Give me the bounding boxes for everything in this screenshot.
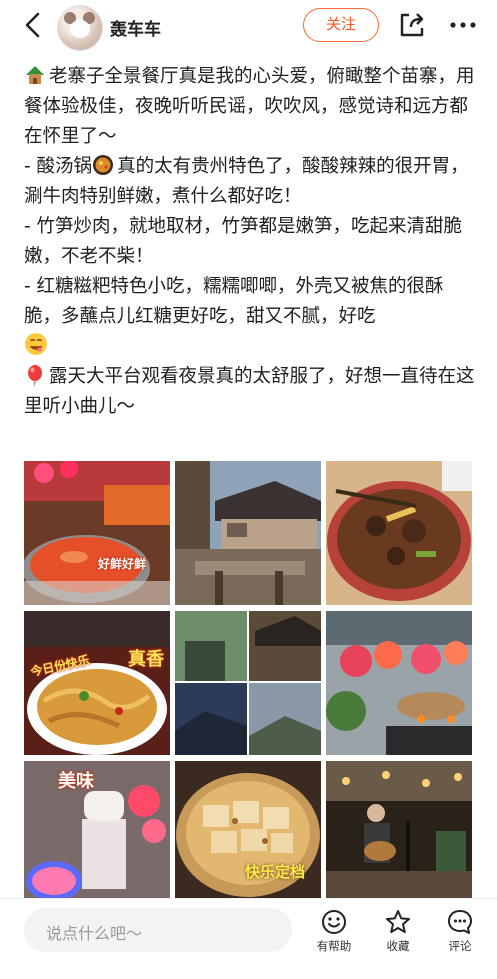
post-paragraph: - 竹笋炒肉，就地取材，竹笋都是嫩笋，吃起来清甜脆嫩，不老不柴！ bbox=[24, 216, 463, 267]
share-icon[interactable] bbox=[398, 11, 426, 39]
comment-bubble-icon bbox=[448, 910, 472, 934]
house-emoji-icon bbox=[26, 66, 44, 84]
photo-village-terrace[interactable] bbox=[175, 461, 321, 605]
photo-caption: 真香 bbox=[128, 649, 164, 670]
photo-flower-hotpot-table[interactable] bbox=[326, 611, 472, 755]
photo-sour-soup-hotpot[interactable]: 好鲜好鲜 bbox=[24, 461, 170, 605]
back-arrow-icon[interactable] bbox=[18, 10, 48, 40]
photo-brown-sugar-ciba[interactable]: 快乐定档 bbox=[175, 761, 321, 905]
comment-input[interactable]: 说点什么吧～ bbox=[24, 908, 292, 952]
photo-night-folk-music[interactable] bbox=[326, 761, 472, 905]
follow-button[interactable]: 关注 bbox=[303, 8, 379, 42]
photo-caption: 快乐定档 bbox=[245, 863, 306, 881]
photo-collage-mountain-view[interactable] bbox=[175, 611, 321, 755]
comment-button[interactable]: 评论 bbox=[430, 909, 490, 965]
post-paragraph: - 红糖糍粑特色小吃，糯糯唧唧，外壳又被焦的很酥脆，多蘸点儿红糖更好吃，甜又不腻… bbox=[24, 272, 479, 362]
yum-face-emoji-icon bbox=[25, 333, 47, 355]
post-paragraph: 露天大平台观看夜景真的太舒服了，好想一直待在这里听小曲儿～ bbox=[24, 365, 475, 417]
top-bar: 轰车车 关注 bbox=[0, 0, 497, 52]
more-options-icon[interactable] bbox=[448, 12, 478, 38]
comment-placeholder: 说点什么吧～ bbox=[46, 924, 143, 943]
author-name[interactable]: 轰车车 bbox=[110, 15, 161, 40]
stew-pot-emoji-icon bbox=[93, 155, 114, 175]
balloon-emoji-icon bbox=[28, 365, 42, 386]
photo-grid: 好鲜好鲜 今日份快乐 真香 美味 快乐定档 bbox=[24, 461, 473, 905]
photo-fried-noodles[interactable]: 今日份快乐 真香 bbox=[24, 611, 170, 755]
author-avatar[interactable] bbox=[57, 5, 103, 51]
post-paragraph: - 酸汤锅 真的太有贵州特色了，酸酸辣辣的很开胃，涮牛肉特别鲜嫩，煮什么都好吃！ bbox=[24, 155, 469, 207]
helpful-button[interactable]: 有帮助 bbox=[304, 909, 364, 965]
photo-caption: 好鲜好鲜 bbox=[98, 557, 147, 571]
post-paragraph: 老寨子全景餐厅真是我的心头爱，俯瞰整个苗寨，用餐体验极佳，夜晚听听民谣，吹吹风，… bbox=[24, 66, 475, 147]
favorite-button[interactable]: 收藏 bbox=[368, 909, 428, 965]
photo-bamboo-shoot-pork[interactable] bbox=[326, 461, 472, 605]
smiley-icon bbox=[322, 910, 346, 934]
bottom-action-bar: 说点什么吧～ 有帮助 收藏 评论 bbox=[0, 898, 497, 979]
photo-caption: 美味 bbox=[58, 771, 94, 792]
star-icon bbox=[386, 910, 410, 933]
post-body: 老寨子全景餐厅真是我的心头爱，俯瞰整个苗寨，用餐体验极佳，夜晚听听民谣，吹吹风，… bbox=[24, 62, 479, 422]
photo-dessert-drink[interactable]: 美味 bbox=[24, 761, 170, 905]
